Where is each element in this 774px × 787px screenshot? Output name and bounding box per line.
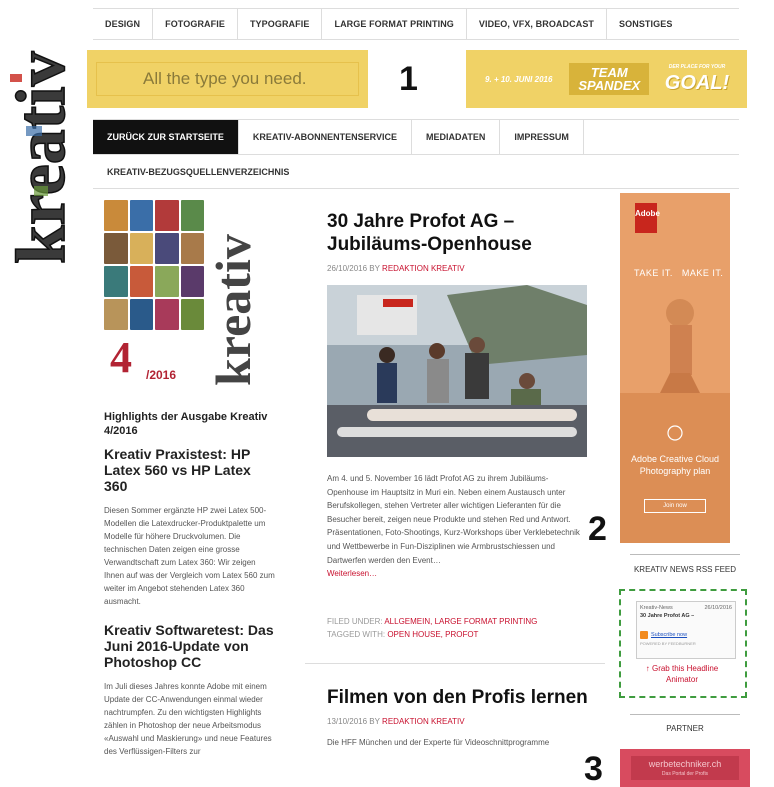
spandex-date: 9. + 10. JUNI 2016 (485, 74, 553, 84)
post-2-author[interactable]: REDAKTION KREATIV (382, 717, 465, 726)
cover-logo-icon: kreativ (208, 234, 254, 386)
post-2-meta: 13/10/2016 BY REDAKTION KREATIV (327, 717, 589, 726)
type-ad-text: All the type you need. (96, 62, 359, 96)
adobe-ad[interactable]: Adobe TAKE IT. MAKE IT. Adobe Creative C… (620, 193, 730, 543)
werbetechniker-text: werbetechniker.ch (648, 759, 722, 769)
rss-date: 26/10/2016 (704, 605, 732, 611)
post-2-date: 13/10/2016 (327, 717, 368, 726)
nav-back-to-home[interactable]: ZURÜCK ZUR STARTSEITE (93, 120, 239, 154)
magazine-cover[interactable]: 4 /2016 kreativ (104, 200, 256, 390)
sidebar-article-text-1: Diesen Sommer ergänzte HP zwei Latex 500… (104, 506, 275, 606)
post-2: Filmen von den Profis lernen 13/10/2016 … (327, 686, 589, 747)
category-nav: DESIGN FOTOGRAFIE TYPOGRAFIE LARGE FORMA… (93, 8, 739, 40)
rss-feed-icon (640, 631, 648, 639)
left-sidebar: 4 /2016 kreativ Highlights der Ausgabe K… (104, 200, 276, 758)
post-1-date: 26/10/2016 (327, 264, 368, 273)
rss-subscribe-link[interactable]: Subscribe now (651, 632, 687, 638)
nav-fotografie[interactable]: FOTOGRAFIE (153, 9, 238, 39)
page-nav: ZURÜCK ZUR STARTSEITE KREATIV-ABONNENTEN… (93, 119, 739, 189)
post-divider (305, 663, 605, 664)
post-2-title[interactable]: Filmen von den Profis lernen (327, 686, 589, 709)
svg-text:kreativ: kreativ (208, 234, 254, 386)
site-logo[interactable]: kreativ (4, 6, 68, 268)
adobe-ad-image (620, 193, 730, 543)
post-1: 30 Jahre Profot AG – Jubiläums-Openhouse… (327, 210, 589, 641)
rss-heading: KREATIV NEWS RSS FEED (630, 554, 740, 575)
cover-issue-year: /2016 (146, 368, 177, 382)
post-2-excerpt: Die HFF München und der Experte für Vide… (327, 738, 550, 747)
logo-text: kreativ (4, 51, 68, 264)
rss-powered-by: POWERED BY FEEDBURNER (640, 641, 696, 646)
rss-headline-animator[interactable]: Kreativ-News 26/10/2016 30 Jahre Profot A… (636, 601, 736, 659)
nav-sonstiges[interactable]: SONSTIGES (607, 9, 684, 39)
post-1-read-more[interactable]: Weiterlesen… (327, 569, 377, 578)
sidebar-article-title-2[interactable]: Kreativ Softwaretest: Das Juni 2016-Upda… (104, 622, 276, 670)
post-1-author[interactable]: REDAKTION KREATIV (382, 264, 465, 273)
tagged-with-label: TAGGED WITH: (327, 629, 386, 639)
nav-impressum[interactable]: IMPRESSUM (500, 120, 584, 154)
annotation-number-1: 1 (399, 60, 418, 98)
post-1-title[interactable]: 30 Jahre Profot AG – Jubiläums-Openhouse (327, 210, 589, 256)
annotation-number-3: 3 (584, 750, 603, 787)
cover-collage (104, 200, 204, 330)
nav-mediadaten[interactable]: MEDIADATEN (412, 120, 501, 154)
adobe-logo-icon: Adobe (635, 203, 660, 233)
nav-design[interactable]: DESIGN (93, 9, 154, 39)
nav-video-vfx-broadcast[interactable]: VIDEO, VFX, BROADCAST (467, 9, 608, 39)
post-2-by: BY (369, 717, 380, 726)
filed-under-links[interactable]: ALLGEMEIN, LARGE FORMAT PRINTING (384, 617, 537, 626)
post-1-meta: 26/10/2016 BY REDAKTION KREATIV (327, 264, 589, 273)
grab-headline-animator-link[interactable]: ↑ Grab this Headline Animator (632, 663, 732, 685)
spandex-tagline: DER PLACE FOR YOUR (668, 64, 726, 70)
spandex-ad-banner[interactable]: 9. + 10. JUNI 2016 TEAM SPANDEX DER PLAC… (466, 50, 747, 108)
nav-abonnentenservice[interactable]: KREATIV-ABONNENTENSERVICE (239, 120, 413, 154)
adobe-join-button[interactable]: Join now (644, 499, 706, 513)
post-1-photo[interactable] (327, 285, 587, 457)
post-1-excerpt: Am 4. und 5. November 16 lädt Profot AG … (327, 474, 580, 579)
annotation-number-2: 2 (588, 510, 607, 548)
nav-typografie[interactable]: TYPOGRAFIE (238, 9, 323, 39)
adobe-product: Adobe Creative Cloud Photography plan (630, 454, 720, 476)
partner-heading: PARTNER (630, 714, 740, 733)
werbetechniker-ad[interactable]: werbetechniker.ch Das Portal der Profis (620, 749, 750, 787)
sidebar-article-text-2: Im Juli dieses Jahres konnte Adobe mit e… (104, 682, 272, 756)
spandex-team: TEAM SPANDEX (569, 63, 650, 95)
highlights-heading: Highlights der Ausgabe Kreativ 4/2016 (104, 411, 268, 437)
adobe-take-it: TAKE IT. MAKE IT. (634, 268, 724, 278)
rss-source: Kreativ-News (640, 605, 673, 611)
nav-bezugsquellenverzeichnis[interactable]: KREATIV-BEZUGSQUELLENVERZEICHNIS (93, 155, 303, 188)
cover-issue-number: 4 (110, 333, 132, 382)
filed-under-label: FILED UNDER: (327, 616, 383, 626)
type-ad-banner[interactable]: All the type you need. (87, 50, 368, 108)
spandex-goal: GOAL! (664, 72, 730, 94)
sidebar-article-title-1[interactable]: Kreativ Praxistest: HP Latex 560 vs HP L… (104, 446, 276, 494)
werbetechniker-sub: Das Portal der Profis (661, 771, 709, 777)
post-1-by: BY (369, 264, 380, 273)
rss-item[interactable]: 30 Jahre Profot AG – (640, 613, 732, 619)
tagged-with-links[interactable]: OPEN HOUSE, PROFOT (387, 630, 478, 639)
nav-large-format-printing[interactable]: LARGE FORMAT PRINTING (322, 9, 467, 39)
post-1-taxonomy: FILED UNDER: ALLGEMEIN, LARGE FORMAT PRI… (327, 615, 589, 641)
